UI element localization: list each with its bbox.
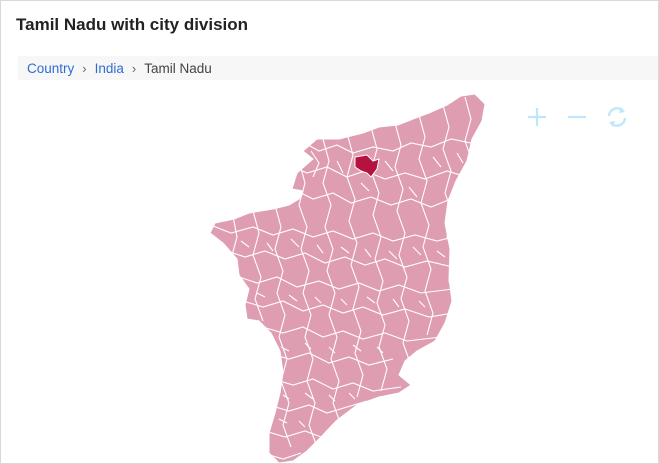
- tamil-nadu-map: [209, 93, 486, 463]
- state-outline: [210, 94, 485, 463]
- reset-icon[interactable]: [604, 104, 630, 130]
- map-panel: Tamil Nadu with city division Country › …: [0, 0, 659, 464]
- zoom-in-icon[interactable]: [524, 104, 550, 130]
- zoom-out-icon[interactable]: [564, 104, 590, 130]
